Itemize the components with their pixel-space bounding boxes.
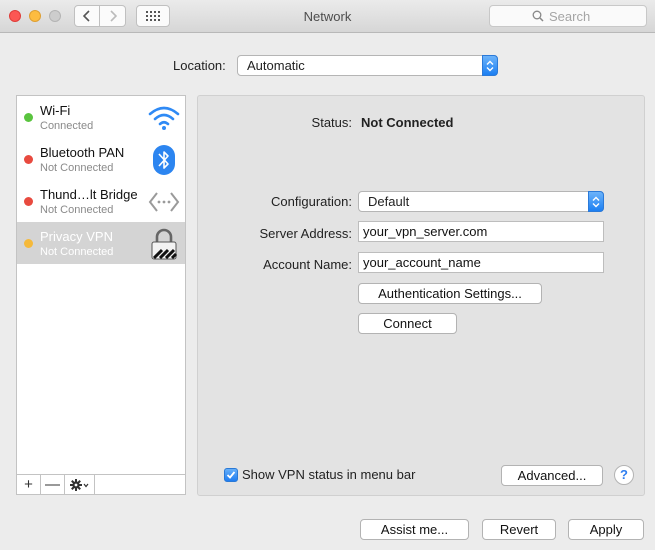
configuration-label: Configuration: (271, 194, 352, 209)
assist-me-button[interactable]: Assist me... (360, 519, 469, 540)
status-dot (24, 113, 33, 122)
authentication-settings-button[interactable]: Authentication Settings... (358, 283, 542, 304)
thunderbolt-bridge-icon (148, 186, 180, 218)
updown-arrows-icon (482, 55, 498, 76)
service-status: Not Connected (40, 204, 114, 216)
apply-button[interactable]: Apply (568, 519, 644, 540)
status-dot (24, 197, 33, 206)
service-status: Not Connected (40, 162, 114, 174)
service-status: Not Connected (40, 246, 114, 258)
status-value: Not Connected (361, 115, 454, 130)
service-item-thunderbolt-bridge[interactable]: Thund…lt Bridge Not Connected (17, 180, 185, 222)
show-vpn-status-label: Show VPN status in menu bar (242, 467, 416, 482)
search-icon (532, 10, 544, 22)
search-placeholder: Search (549, 8, 591, 24)
service-item-privacy-vpn[interactable]: Privacy VPN Not Connected (17, 222, 185, 264)
service-item-wifi[interactable]: Wi-Fi Connected (17, 96, 185, 138)
configuration-popup[interactable]: Default (358, 191, 604, 212)
help-button[interactable]: ? (614, 465, 634, 485)
service-item-bluetooth-pan[interactable]: Bluetooth PAN Not Connected (17, 138, 185, 180)
service-status: Connected (40, 120, 94, 132)
status-dot (24, 155, 33, 164)
title-bar: Network Search (0, 0, 655, 33)
service-list-toolbar: + — (17, 474, 185, 494)
configuration-value: Default (368, 194, 410, 209)
add-service-button[interactable]: + (17, 475, 41, 494)
wifi-icon (148, 102, 180, 134)
service-name: Thund…lt Bridge (40, 187, 138, 202)
remove-service-button[interactable]: — (41, 475, 65, 494)
checkmark-icon (226, 471, 236, 479)
service-name: Bluetooth PAN (40, 145, 125, 160)
location-value: Automatic (247, 58, 305, 73)
location-label: Location: (173, 58, 226, 73)
status-dot (24, 239, 33, 248)
connect-button[interactable]: Connect (358, 313, 457, 334)
search-field[interactable]: Search (489, 5, 647, 27)
updown-arrows-icon (588, 191, 604, 212)
service-name: Privacy VPN (40, 229, 113, 244)
revert-button[interactable]: Revert (482, 519, 556, 540)
advanced-button[interactable]: Advanced... (501, 465, 603, 486)
account-name-label: Account Name: (263, 257, 352, 272)
status-label: Status: (311, 115, 352, 130)
service-list: Wi-Fi Connected Bluetooth PAN Not Connec… (16, 95, 186, 495)
gear-icon (69, 478, 88, 491)
show-vpn-status-checkbox[interactable] (224, 468, 238, 482)
service-actions-button[interactable] (65, 475, 95, 494)
service-name: Wi-Fi (40, 103, 71, 118)
server-address-field[interactable]: your_vpn_server.com (358, 221, 604, 242)
account-name-field[interactable]: your_account_name (358, 252, 604, 273)
server-address-label: Server Address: (259, 226, 353, 241)
location-popup[interactable]: Automatic (237, 55, 498, 76)
bluetooth-icon (148, 144, 180, 176)
vpn-lock-icon (148, 228, 180, 260)
